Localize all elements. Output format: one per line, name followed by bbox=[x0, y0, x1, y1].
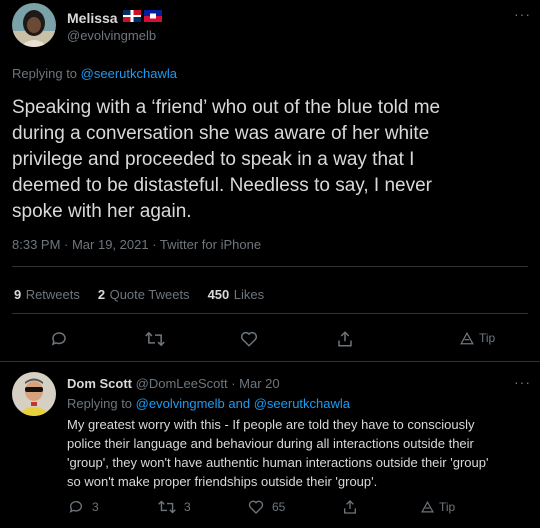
dominican-republic-flag-icon bbox=[122, 9, 141, 27]
reply-replying-link-2[interactable]: @seerutkchawla bbox=[254, 396, 350, 411]
tweet-text-line: during a conversation she was aware of h… bbox=[12, 123, 430, 144]
divider bbox=[0, 361, 540, 362]
tip-icon bbox=[421, 501, 434, 513]
author-handle[interactable]: @evolvingmelb bbox=[67, 28, 156, 43]
replying-to-line: Replying to @seerutkchawla bbox=[12, 66, 177, 81]
retweets-label: Retweets bbox=[25, 287, 80, 302]
avatar-dom-scott[interactable] bbox=[12, 372, 56, 416]
reply-text-line: police their language and behaviour duri… bbox=[67, 436, 474, 451]
quote-tweets-label: Quote Tweets bbox=[109, 287, 190, 302]
reply-reply-button[interactable]: 3 bbox=[68, 499, 99, 515]
replying-to-link[interactable]: @seerutkchawla bbox=[81, 66, 177, 81]
tip-icon bbox=[460, 331, 474, 344]
quote-tweets-count: 2 bbox=[97, 287, 106, 302]
retweet-icon bbox=[145, 331, 165, 347]
reply-replying-and: and bbox=[228, 396, 251, 411]
reply-body: My greatest worry with this - If people … bbox=[67, 415, 537, 491]
tip-label: Tip bbox=[479, 331, 496, 345]
likes-stat[interactable]: 450 Likes bbox=[208, 286, 265, 304]
tweet-text-line: deemed to be distasteful. Needless to sa… bbox=[12, 175, 432, 196]
more-options-icon[interactable]: ··· bbox=[514, 6, 531, 22]
reply-tip-button[interactable]: Tip bbox=[421, 500, 455, 514]
reply-share-button[interactable] bbox=[342, 499, 358, 515]
tweet-text-line: spoke with her again. bbox=[12, 201, 192, 222]
likes-label: Likes bbox=[233, 287, 265, 302]
reply-like-button[interactable]: 65 bbox=[248, 499, 285, 515]
reply-replying-prefix: Replying to bbox=[67, 396, 133, 411]
likes-count: 450 bbox=[207, 287, 230, 302]
retweets-count: 9 bbox=[14, 287, 22, 302]
reply-likes-count: 65 bbox=[272, 500, 286, 514]
tweet-stats: 9 Retweets 2 Quote Tweets 450 Likes bbox=[14, 286, 264, 304]
reply-retweet-button[interactable]: 3 bbox=[158, 499, 191, 515]
avatar-melissa[interactable] bbox=[12, 3, 56, 47]
share-button[interactable] bbox=[336, 330, 354, 348]
like-button[interactable] bbox=[240, 330, 258, 348]
reply-retweets-count: 3 bbox=[184, 500, 191, 514]
reply-author-name[interactable]: Dom Scott bbox=[67, 376, 132, 391]
reply-text-line: My greatest worry with this - If people … bbox=[67, 417, 475, 432]
retweets-stat[interactable]: 9 Retweets bbox=[14, 286, 80, 304]
share-icon bbox=[338, 331, 352, 347]
reply-text-line: so won't make proper friendships outside… bbox=[67, 474, 378, 489]
replying-to-prefix: Replying to bbox=[12, 66, 78, 81]
tip-button[interactable]: Tip bbox=[460, 331, 495, 345]
reply-text-line: 'group', they won't have authentic human… bbox=[67, 455, 489, 470]
reply-date[interactable]: · Mar 20 bbox=[231, 376, 279, 391]
tweet-timestamp[interactable]: 8:33 PM · Mar 19, 2021 · Twitter for iPh… bbox=[12, 237, 261, 252]
reply-more-options-icon[interactable]: ··· bbox=[514, 374, 531, 390]
tweet-body: Speaking with a ‘friend’ who out of the … bbox=[12, 95, 532, 225]
reply-tip-label: Tip bbox=[439, 500, 456, 514]
share-icon bbox=[344, 500, 356, 514]
reply-button[interactable] bbox=[50, 330, 68, 348]
tweet-text-line: Speaking with a ‘friend’ who out of the … bbox=[12, 97, 441, 118]
reply-author-handle[interactable]: @DomLeeScott bbox=[136, 376, 228, 391]
reply-replies-count: 3 bbox=[92, 500, 99, 514]
reply-icon bbox=[51, 332, 66, 346]
author-name[interactable]: Melissa bbox=[67, 10, 118, 26]
reply-replying-link-1[interactable]: @evolvingmelb bbox=[136, 396, 225, 411]
heart-icon bbox=[240, 331, 258, 347]
reply-icon bbox=[69, 501, 82, 513]
retweet-icon bbox=[158, 500, 176, 514]
divider bbox=[12, 266, 528, 267]
tweet-text-line: privilege and proceeded to speak in a wa… bbox=[12, 149, 415, 170]
main-author-header: Melissa bbox=[67, 9, 162, 27]
reply-replying-to-line: Replying to @evolvingmelb and @seerutkch… bbox=[67, 396, 350, 411]
haiti-flag-icon bbox=[143, 9, 162, 27]
quote-tweets-stat[interactable]: 2 Quote Tweets bbox=[98, 286, 190, 304]
reply-author-header: Dom Scott @DomLeeScott · Mar 20 bbox=[67, 376, 280, 391]
divider bbox=[12, 313, 528, 314]
retweet-button[interactable] bbox=[145, 330, 165, 348]
heart-icon bbox=[248, 500, 264, 514]
